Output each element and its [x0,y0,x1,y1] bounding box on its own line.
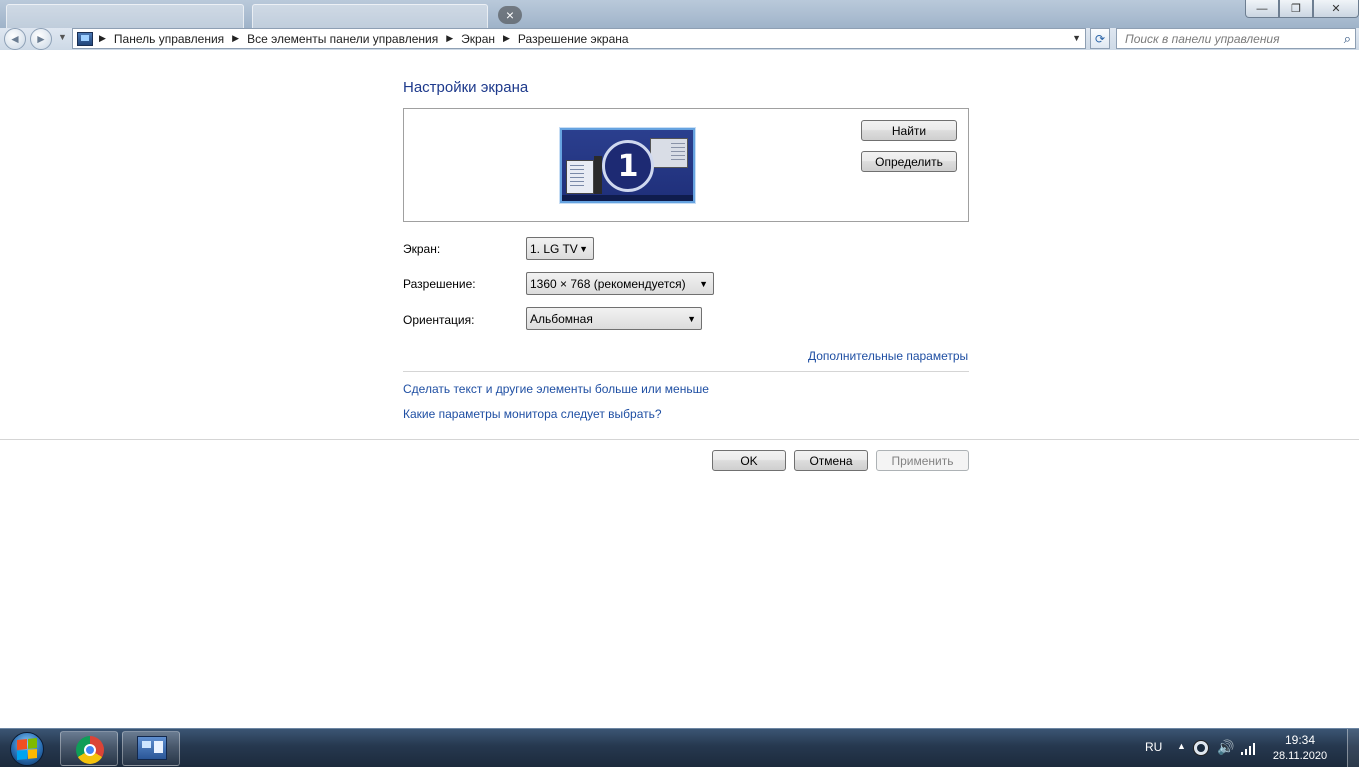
volume-icon[interactable]: 🔊 [1217,739,1234,756]
breadcrumb: ▶ Панель управления ▶ Все элементы панел… [97,32,629,46]
text-size-link[interactable]: Сделать текст и другие элементы больше и… [403,382,709,396]
breadcrumb-separator-icon[interactable]: ▶ [503,33,510,44]
taskbar-control-panel-button[interactable] [122,731,180,766]
ok-button[interactable]: OK [712,450,786,471]
steam-icon[interactable] [1193,740,1209,756]
find-button[interactable]: Найти [861,120,957,141]
mini-taskbar [562,195,693,201]
background-tab [252,4,488,28]
navigation-bar: ◄ ► ▼ ▶ Панель управления ▶ Все элементы… [0,28,1359,50]
new-tab-button: × [498,6,522,24]
mini-window-icon [594,156,602,194]
clock-time: 19:34 [1284,733,1316,747]
breadcrumb-separator-icon[interactable]: ▶ [99,33,106,44]
apply-button[interactable]: Применить [876,450,969,471]
screen-select[interactable]: 1. LG TV ▼ [526,237,594,260]
refresh-button[interactable]: ⟳ [1090,28,1110,49]
forward-arrow-icon: ► [35,32,47,46]
search-input[interactable] [1117,29,1327,48]
chevron-down-icon: ▼ [687,314,696,324]
address-bar[interactable]: ▶ Панель управления ▶ Все элементы панел… [72,28,1086,49]
mini-window-icon [650,138,688,168]
magnifier-icon[interactable]: ⌕ [1344,31,1351,47]
network-icon[interactable] [1241,741,1257,755]
search-box[interactable]: ⌕ [1116,28,1356,49]
show-desktop-button[interactable] [1347,729,1359,767]
taskbar-chrome-button[interactable] [60,731,118,766]
monitor-help-link[interactable]: Какие параметры монитора следует выбрать… [403,407,662,421]
identify-button[interactable]: Определить [861,151,957,172]
clock[interactable]: 19:34 28.11.2020 [1269,733,1331,762]
start-button[interactable] [4,731,52,767]
control-panel-icon [77,31,93,46]
orientation-select-value: Альбомная [530,311,593,326]
orientation-label: Ориентация: [403,313,475,327]
main-content: Настройки экрана 1 Найти Определить Экра… [0,50,1359,728]
divider [0,439,1359,440]
breadcrumb-separator-icon[interactable]: ▶ [232,33,239,44]
language-indicator[interactable]: RU [1145,740,1162,754]
control-panel-icon [137,736,167,760]
recent-pages-dropdown[interactable]: ▼ [58,32,67,42]
window-controls: — ❐ ✕ [1245,0,1359,18]
forward-button[interactable]: ► [30,28,52,50]
maximize-button[interactable]: ❐ [1279,0,1313,18]
monitor-preview-panel: 1 Найти Определить [403,108,969,222]
chrome-icon [76,736,104,764]
monitor-1-thumbnail[interactable]: 1 [560,128,695,203]
divider [403,371,969,372]
close-button[interactable]: ✕ [1313,0,1359,18]
windows-logo-icon [17,737,37,761]
advanced-settings-link[interactable]: Дополнительные параметры [808,349,968,363]
breadcrumb-item[interactable]: Разрешение экрана [518,32,629,46]
screen-select-value: 1. LG TV [530,241,578,256]
mini-window-icon [566,160,594,194]
page-title: Настройки экрана [403,79,529,96]
screen-label: Экран: [403,242,441,256]
refresh-icon: ⟳ [1094,31,1106,46]
system-tray: RU ▲ 🔊 19:34 28.11.2020 [1129,729,1359,767]
breadcrumb-item[interactable]: Все элементы панели управления [247,32,438,46]
back-arrow-icon: ◄ [9,32,21,46]
minimize-button[interactable]: — [1245,0,1279,18]
breadcrumb-item[interactable]: Панель управления [114,32,224,46]
background-tab [6,4,244,28]
chevron-down-icon: ▼ [579,244,588,254]
orientation-select[interactable]: Альбомная ▼ [526,307,702,330]
resolution-select[interactable]: 1360 × 768 (рекомендуется) ▼ [526,272,714,295]
resolution-select-value: 1360 × 768 (рекомендуется) [530,276,686,291]
clock-date: 28.11.2020 [1272,750,1328,762]
taskbar: RU ▲ 🔊 19:34 28.11.2020 [0,728,1359,767]
breadcrumb-item[interactable]: Экран [461,32,495,46]
title-bar: × — ❐ ✕ [0,0,1359,28]
address-dropdown-icon[interactable]: ▼ [1072,33,1081,43]
resolution-label: Разрешение: [403,277,476,291]
breadcrumb-separator-icon[interactable]: ▶ [446,33,453,44]
monitor-number-badge: 1 [602,140,654,192]
show-hidden-icons-button[interactable]: ▲ [1177,741,1186,751]
cancel-button[interactable]: Отмена [794,450,868,471]
back-button[interactable]: ◄ [4,28,26,50]
chevron-down-icon: ▼ [699,279,708,289]
